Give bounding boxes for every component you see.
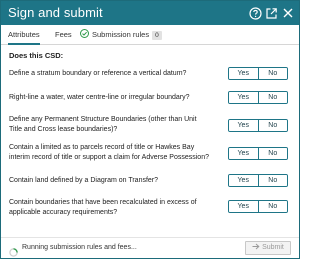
spinner-icon — [9, 244, 18, 257]
yes-no-toggle-stratum-boundary: Yes No — [228, 67, 288, 80]
open-external-icon[interactable] — [263, 5, 279, 21]
submission-rules-count-badge: 0 — [152, 30, 162, 40]
no-button[interactable]: No — [257, 120, 287, 131]
close-icon[interactable] — [280, 5, 296, 21]
tab-fees-label: Fees — [55, 30, 72, 39]
question-permanent-structure: Define any Permanent Structure Boundarie… — [9, 116, 197, 133]
yes-no-toggle-permanent-structure: Yes No — [228, 119, 288, 132]
no-button[interactable]: No — [257, 201, 287, 212]
status-text: Running submission rules and fees... — [22, 244, 137, 251]
yes-button[interactable]: Yes — [229, 68, 258, 79]
section-label: Does this CSD: — [9, 51, 64, 60]
sign-and-submit-dialog: Sign and submit Attributes Fees Submissi… — [0, 0, 300, 259]
tab-submission-rules[interactable]: Submission rules 0 — [80, 25, 162, 44]
yes-button[interactable]: Yes — [229, 175, 258, 186]
footer-divider — [1, 237, 299, 238]
tab-submission-rules-label: Submission rules — [92, 30, 150, 39]
arrow-right-icon — [252, 243, 262, 251]
yes-no-toggle-diagram-on-transfer: Yes No — [228, 174, 288, 187]
tab-attributes[interactable]: Attributes — [8, 25, 40, 45]
submit-label: Submit — [262, 244, 284, 251]
yes-no-toggle-limited-as-to-parcels: Yes No — [228, 147, 288, 160]
question-limited-as-to-parcels: Contain a limited as to parcels record o… — [9, 144, 209, 161]
dialog-title-bar: Sign and submit — [1, 1, 299, 25]
tab-fees[interactable]: Fees — [55, 25, 72, 44]
no-button[interactable]: No — [257, 175, 287, 186]
check-circle-icon — [80, 26, 89, 45]
no-button[interactable]: No — [257, 148, 287, 159]
tab-attributes-label: Attributes — [8, 30, 40, 39]
dialog-title: Sign and submit — [8, 5, 103, 20]
yes-button[interactable]: Yes — [229, 92, 258, 103]
question-right-line-water: Right-line a water, water centre-line or… — [9, 94, 190, 101]
yes-button[interactable]: Yes — [229, 148, 258, 159]
no-button[interactable]: No — [257, 92, 287, 103]
tab-bar: Attributes Fees Submission rules 0 — [1, 25, 299, 45]
submit-button[interactable]: Submit — [245, 241, 291, 255]
help-icon[interactable] — [247, 5, 263, 21]
no-button[interactable]: No — [257, 68, 287, 79]
yes-button[interactable]: Yes — [229, 120, 258, 131]
yes-no-toggle-right-line-water: Yes No — [228, 91, 288, 104]
yes-button[interactable]: Yes — [229, 201, 258, 212]
yes-no-toggle-recalculated-boundaries: Yes No — [228, 200, 288, 213]
question-stratum-boundary: Define a stratum boundary or reference a… — [9, 70, 187, 77]
question-recalculated-boundaries: Contain boundaries that have been recalc… — [9, 199, 197, 216]
question-diagram-on-transfer: Contain land defined by a Diagram on Tra… — [9, 177, 159, 184]
